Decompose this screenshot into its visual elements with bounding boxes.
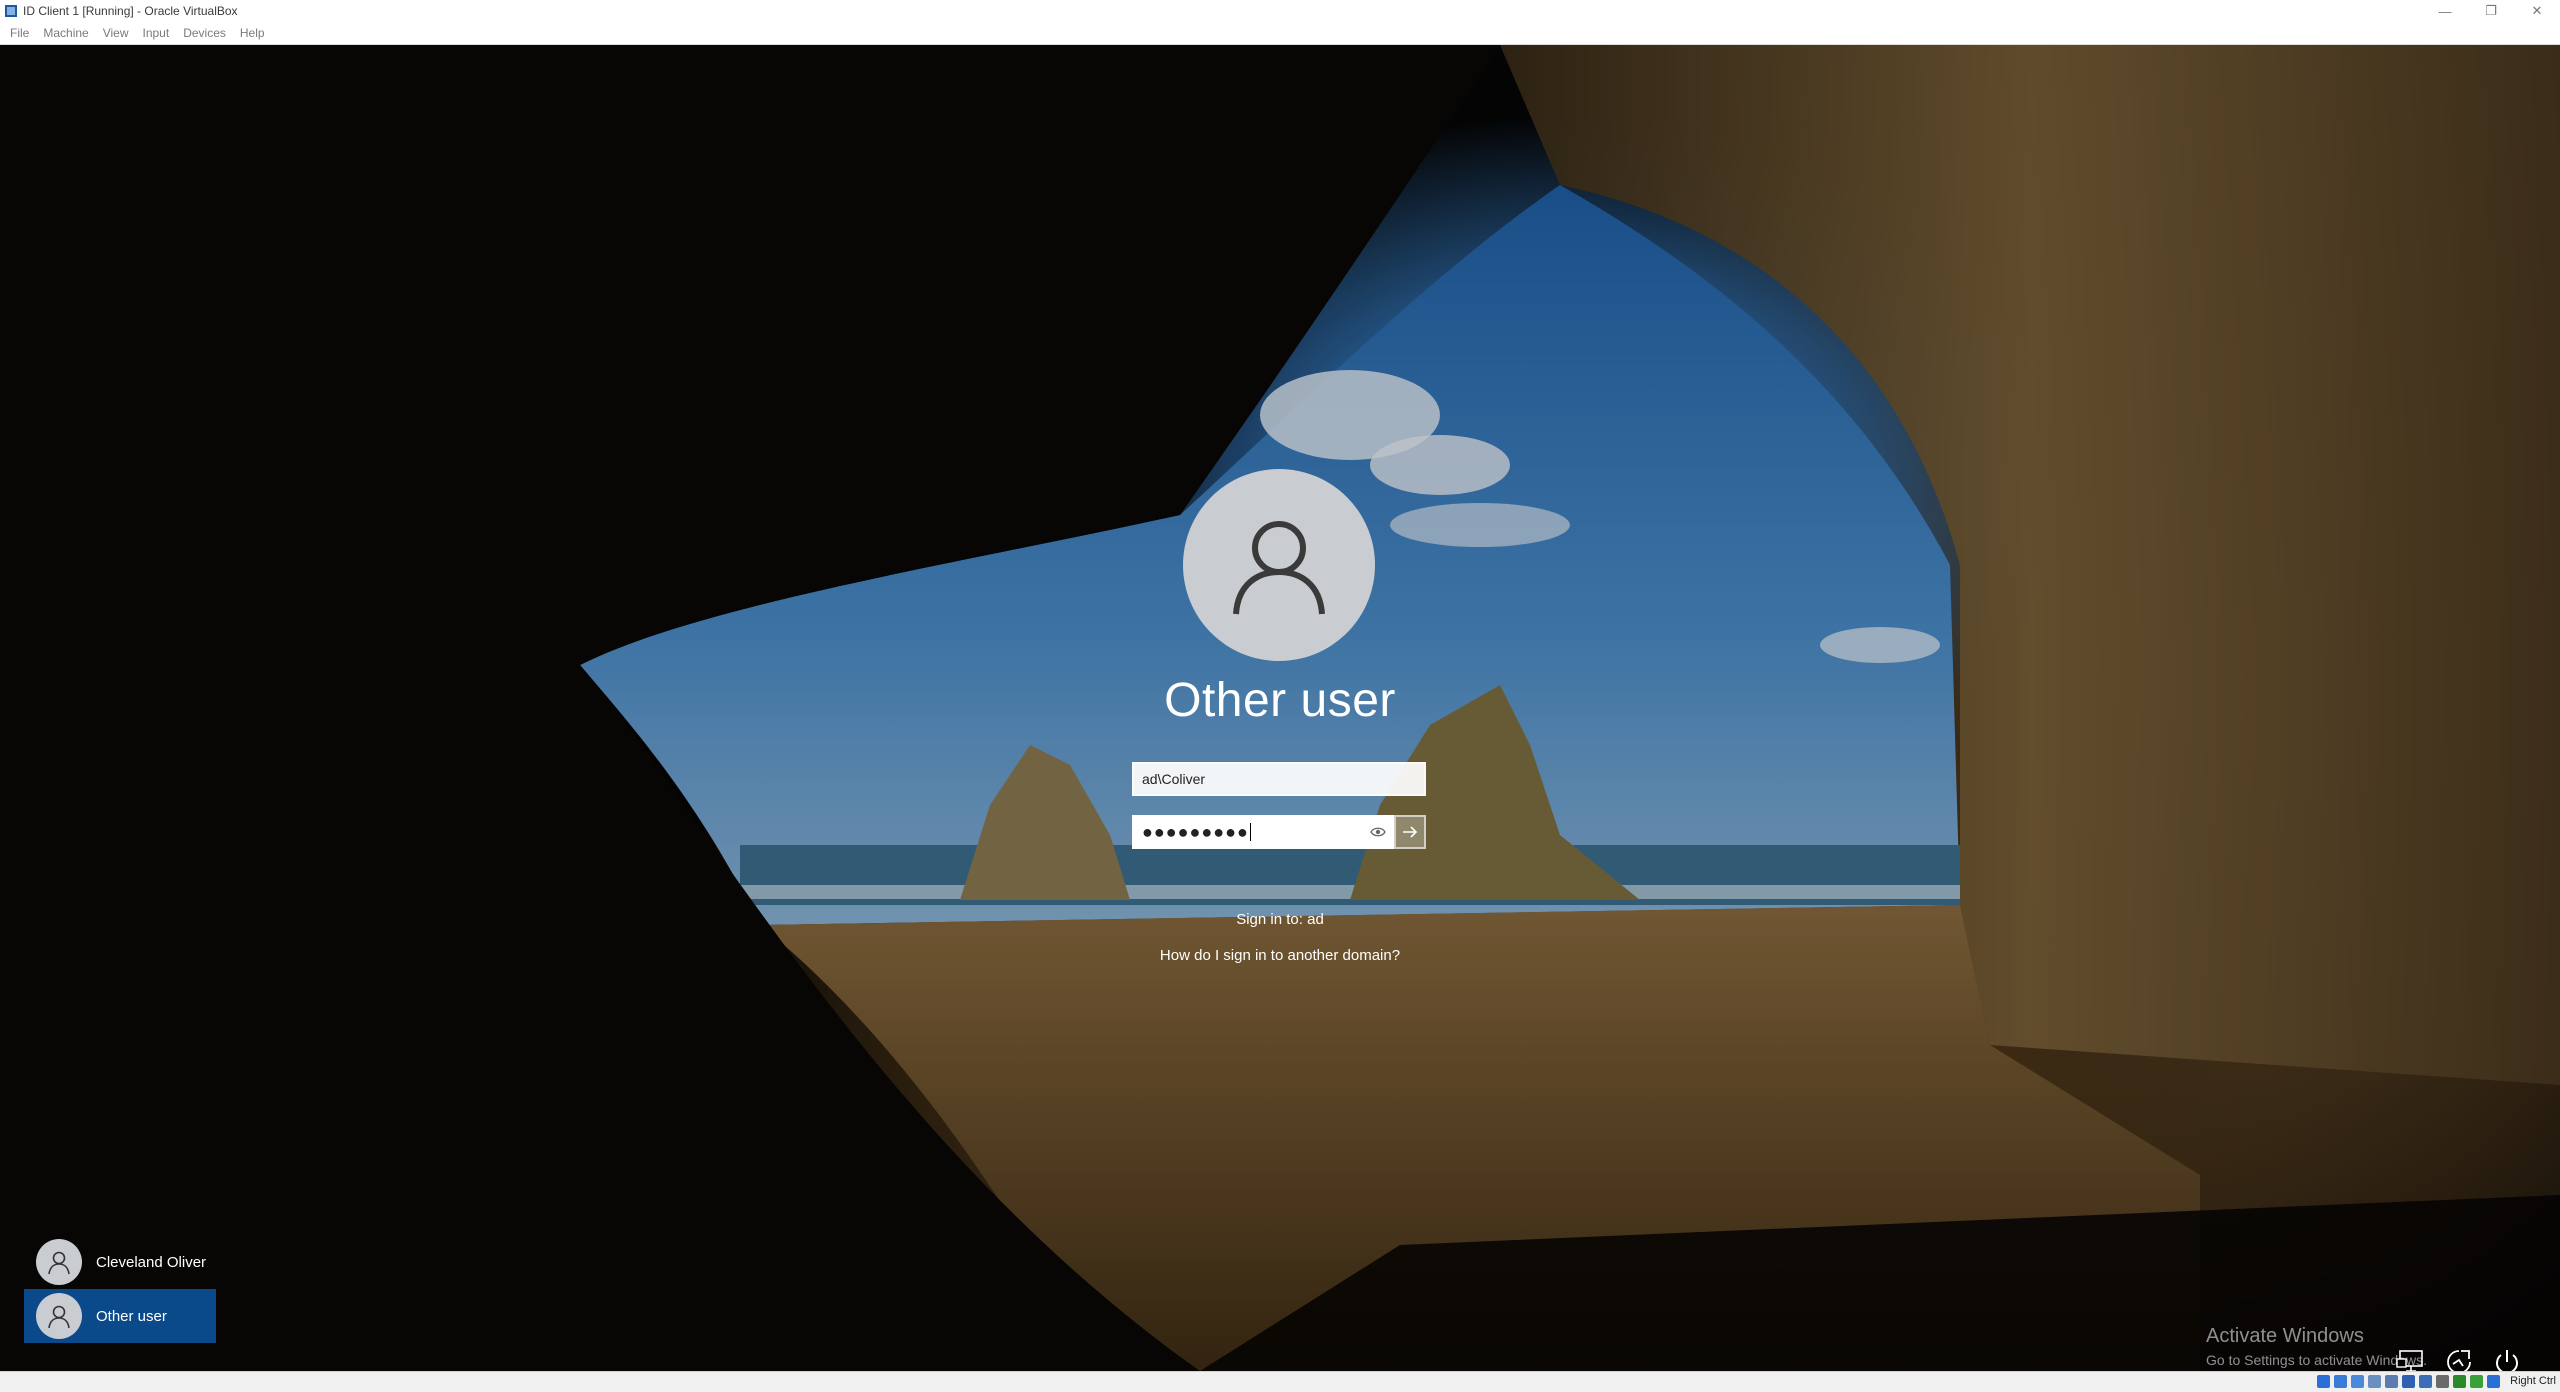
username-input[interactable]: ad\Coliver: [1132, 762, 1426, 796]
window-titlebar: ID Client 1 [Running] - Oracle VirtualBo…: [0, 0, 2560, 22]
ease-of-access-icon[interactable]: [2442, 1345, 2476, 1371]
status-device-icon[interactable]: [2351, 1375, 2364, 1388]
user-tile-name: Other user: [96, 1307, 167, 1325]
restore-button[interactable]: ❐: [2468, 0, 2514, 22]
menu-help[interactable]: Help: [240, 26, 265, 40]
user-silhouette-icon: [1233, 521, 1325, 615]
power-icon[interactable]: [2490, 1345, 2524, 1371]
submit-arrow-button[interactable]: [1394, 815, 1426, 849]
status-device-icon[interactable]: [2470, 1375, 2483, 1388]
status-device-icon[interactable]: [2334, 1375, 2347, 1388]
network-icon[interactable]: [2394, 1345, 2428, 1371]
password-mask: ●●●●●●●●●: [1142, 821, 1249, 842]
menu-input[interactable]: Input: [143, 26, 170, 40]
menu-bar: File Machine View Input Devices Help: [0, 22, 2560, 45]
user-tile-other-user[interactable]: Other user: [24, 1289, 216, 1343]
minimize-button[interactable]: —: [2422, 0, 2468, 22]
arrow-right-icon: [1403, 826, 1418, 838]
password-input[interactable]: ●●●●●●●●●: [1132, 815, 1394, 849]
menu-machine[interactable]: Machine: [43, 26, 88, 40]
window-title: ID Client 1 [Running] - Oracle VirtualBo…: [23, 4, 238, 18]
status-device-icon[interactable]: [2419, 1375, 2432, 1388]
status-device-icon[interactable]: [2385, 1375, 2398, 1388]
user-avatar-small: [36, 1293, 82, 1339]
status-device-icon[interactable]: [2402, 1375, 2415, 1388]
other-domain-link[interactable]: How do I sign in to another domain?: [1080, 947, 1480, 964]
user-avatar: [1183, 469, 1375, 661]
selected-user-name: Other user: [1164, 674, 1396, 727]
lockscreen-system-icons: [2394, 1345, 2524, 1371]
status-device-icon[interactable]: [2317, 1375, 2330, 1388]
reveal-password-eye-icon[interactable]: [1368, 821, 1388, 843]
menu-view[interactable]: View: [103, 26, 129, 40]
guest-display: Other user ad\Coliver ●●●●●●●●● Sign in …: [0, 45, 2560, 1371]
status-device-icon[interactable]: [2487, 1375, 2500, 1388]
menu-file[interactable]: File: [10, 26, 29, 40]
menu-devices[interactable]: Devices: [183, 26, 226, 40]
user-silhouette-icon: [48, 1305, 70, 1329]
user-avatar-small: [36, 1239, 82, 1285]
status-device-icon[interactable]: [2436, 1375, 2449, 1388]
user-tile-name: Cleveland Oliver: [96, 1253, 207, 1271]
status-device-icon[interactable]: [2453, 1375, 2466, 1388]
close-button[interactable]: ✕: [2514, 0, 2560, 22]
user-silhouette-icon: [48, 1251, 70, 1275]
status-device-icon[interactable]: [2368, 1375, 2381, 1388]
sign-in-domain-text: Sign in to: ad: [1236, 911, 1324, 928]
window-controls: — ❐ ✕: [2422, 0, 2560, 22]
user-tile-cleveland-oliver[interactable]: Cleveland Oliver: [24, 1235, 216, 1289]
username-value: ad\Coliver: [1142, 771, 1206, 787]
virtualbox-status-bar: Right Ctrl: [0, 1371, 2560, 1392]
text-caret: [1249, 823, 1251, 841]
host-key-label: Right Ctrl: [2510, 1375, 2556, 1387]
virtualbox-app-icon: [4, 4, 18, 18]
status-indicators: [2317, 1375, 2500, 1388]
